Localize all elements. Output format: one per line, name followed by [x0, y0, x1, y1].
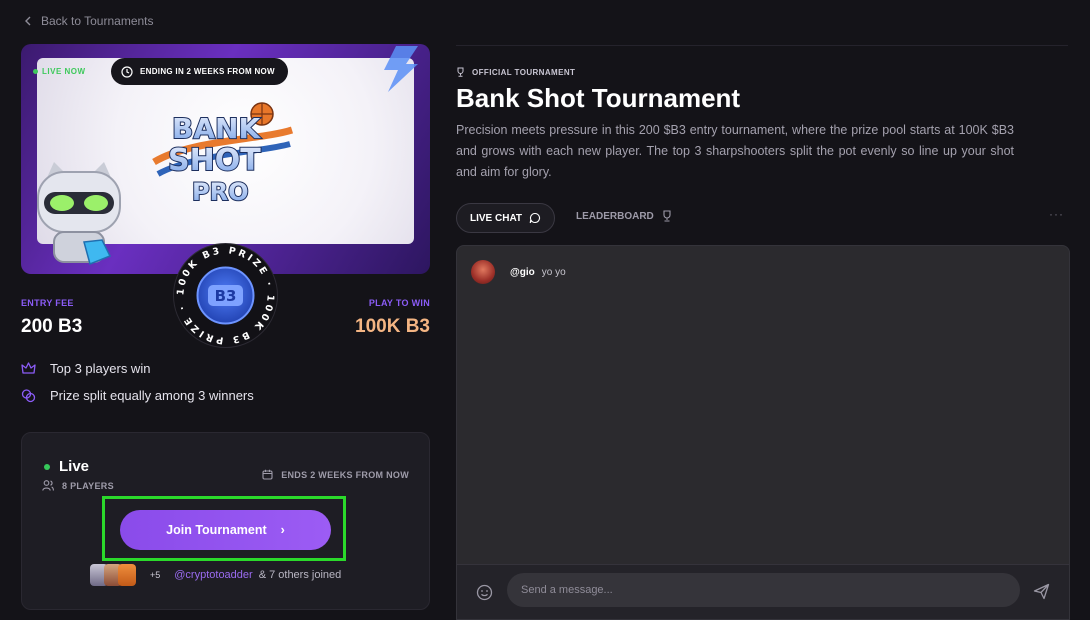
lightning-bolt-icon	[384, 46, 418, 92]
chat-message-text: yo yo	[541, 266, 566, 278]
back-to-tournaments-link[interactable]: Back to Tournaments	[24, 14, 154, 28]
official-label: OFFICIAL TOURNAMENT	[472, 67, 576, 77]
avatar	[118, 564, 136, 586]
live-status-dot	[44, 463, 50, 470]
extra-player-count: +5	[150, 570, 161, 580]
crown-icon	[21, 362, 36, 374]
chat-bubble-icon	[529, 212, 541, 224]
bank-shot-pro-logo: BANK SHOT PRO	[152, 102, 294, 207]
live-status-label: Live	[59, 458, 90, 475]
chat-input-bar	[457, 564, 1069, 619]
end-time: ENDS 2 WEEKS FROM NOW	[262, 469, 409, 480]
joined-suffix: & 7 others joined	[258, 569, 342, 581]
live-chat-panel: @gio yo yo	[456, 245, 1070, 620]
joined-players-summary: +5 @cryptotoadder & 7 others joined	[90, 564, 341, 586]
send-icon[interactable]	[1033, 583, 1050, 600]
tab-live-chat[interactable]: LIVE CHAT	[456, 203, 556, 233]
more-options-icon[interactable]: ···	[1049, 207, 1064, 221]
player-count: 8 PLAYERS	[42, 480, 114, 491]
clock-icon	[121, 65, 133, 78]
trophy-icon	[457, 67, 464, 77]
tournament-status-card: Live 8 PLAYERS ENDS 2 WEEKS FROM NOW Joi…	[21, 432, 430, 610]
entry-fee-label: ENTRY FEE	[21, 298, 74, 308]
ending-pill: ENDING IN 2 WEEKS FROM NOW	[111, 58, 288, 85]
svg-text:PRO: PRO	[192, 178, 248, 206]
seal-center-text: B3	[215, 287, 237, 305]
header-divider	[456, 45, 1068, 46]
entry-fee-value: 200 B3	[21, 316, 83, 337]
users-icon	[42, 480, 54, 491]
chevron-right-icon: ›	[280, 523, 285, 537]
player-count-label: 8 PLAYERS	[62, 480, 114, 491]
feature-text: Prize split equally among 3 winners	[50, 388, 254, 403]
avatar	[471, 260, 495, 284]
emoji-icon[interactable]	[476, 584, 493, 601]
official-tournament-badge: OFFICIAL TOURNAMENT	[456, 67, 575, 77]
end-time-label: ENDS 2 WEEKS FROM NOW	[281, 469, 409, 480]
avatar-stack	[90, 564, 136, 586]
join-tournament-button[interactable]: Join Tournament ›	[120, 510, 331, 550]
tournament-title: Bank Shot Tournament	[456, 83, 741, 113]
tab-leaderboard-label: LEADERBOARD	[576, 210, 654, 222]
chevron-left-icon	[25, 16, 31, 26]
tab-leaderboard[interactable]: LEADERBOARD	[576, 210, 673, 222]
prize-seal: 100K B3 PRIZE · 100K B3 PRIZE · B3	[173, 243, 278, 348]
feature-top-players: Top 3 players win	[21, 361, 150, 376]
live-dot	[33, 69, 38, 74]
joined-player-handle[interactable]: @cryptotoadder	[174, 569, 252, 581]
join-button-label: Join Tournament	[166, 523, 267, 537]
tab-live-chat-label: LIVE CHAT	[470, 212, 523, 224]
live-now-label: LIVE NOW	[42, 67, 86, 76]
tournament-description: Precision meets pressure in this 200 $B3…	[456, 123, 1014, 179]
play-to-win-label: PLAY TO WIN	[368, 298, 430, 308]
chat-message-user[interactable]: @gio	[510, 267, 535, 278]
calendar-icon	[262, 469, 273, 480]
chat-message: @gio yo yo	[471, 260, 566, 284]
svg-text:BANK: BANK	[172, 112, 261, 145]
back-label: Back to Tournaments	[41, 14, 154, 28]
prize-value: 100K B3	[355, 316, 430, 337]
live-status: Live	[44, 458, 89, 475]
robot-cat-mascot	[37, 162, 121, 266]
feature-prize-split: Prize split equally among 3 winners	[21, 388, 254, 403]
trophy-icon	[663, 210, 671, 222]
svg-text:SHOT: SHOT	[168, 143, 261, 178]
feature-text: Top 3 players win	[50, 361, 151, 376]
coins-icon	[21, 389, 36, 403]
ending-label: ENDING IN 2 WEEKS FROM NOW	[140, 67, 275, 76]
chat-message-input[interactable]	[507, 573, 1020, 607]
live-now-indicator: LIVE NOW	[33, 67, 86, 76]
